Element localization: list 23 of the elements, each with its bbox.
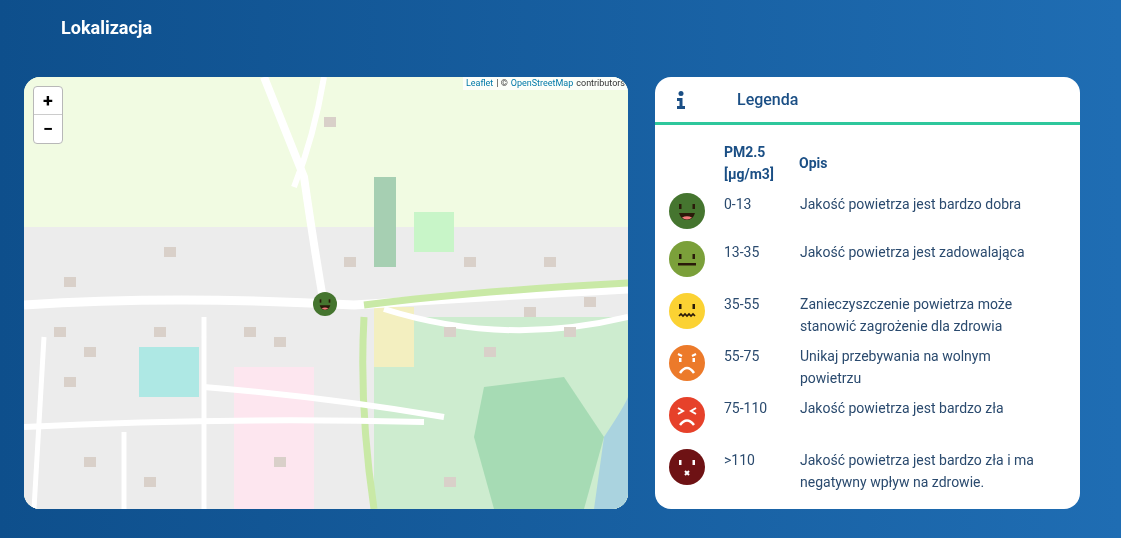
attribution-link[interactable]: OpenStreetMap — [510, 77, 574, 90]
description-text: Jakość powietrza jest bardzo zła i ma negatywny wpływ na zdrowie. — [800, 451, 1035, 492]
range-text: 0-13 — [724, 195, 753, 214]
zoom-in-button[interactable]: + — [34, 87, 62, 115]
attribution-text: | © — [496, 77, 508, 90]
legend-title: Legenda — [737, 88, 799, 111]
range-text: >110 — [724, 451, 756, 470]
attribution-text: contributors — [576, 77, 625, 90]
description-text: Jakość powietrza jest zadowalająca — [800, 243, 1026, 262]
info-icon — [677, 90, 685, 109]
description-text: Unikaj przebywania na wolnym powietrzu — [800, 347, 992, 388]
range-text: 55-75 — [724, 347, 761, 366]
description-text: Zanieczyszczenie powietrza może stanowić zagrożenie dla zdrowia — [800, 295, 1014, 336]
zoom-out-button[interactable]: − — [34, 115, 62, 143]
description-text: Jakość powietrza jest bardzo zła — [800, 399, 1005, 418]
attribution-link[interactable]: Leaflet — [465, 77, 494, 90]
description-text: Jakość powietrza jest bardzo dobra — [800, 195, 1023, 214]
column-header: Opis — [799, 153, 828, 173]
range-text: 75-110 — [724, 399, 769, 418]
page-title: Lokalizacja — [61, 16, 153, 40]
column-header: PM2.5 [µg/m3] — [724, 143, 775, 184]
range-text: 35-55 — [724, 295, 761, 314]
range-text: 13-35 — [724, 243, 761, 262]
